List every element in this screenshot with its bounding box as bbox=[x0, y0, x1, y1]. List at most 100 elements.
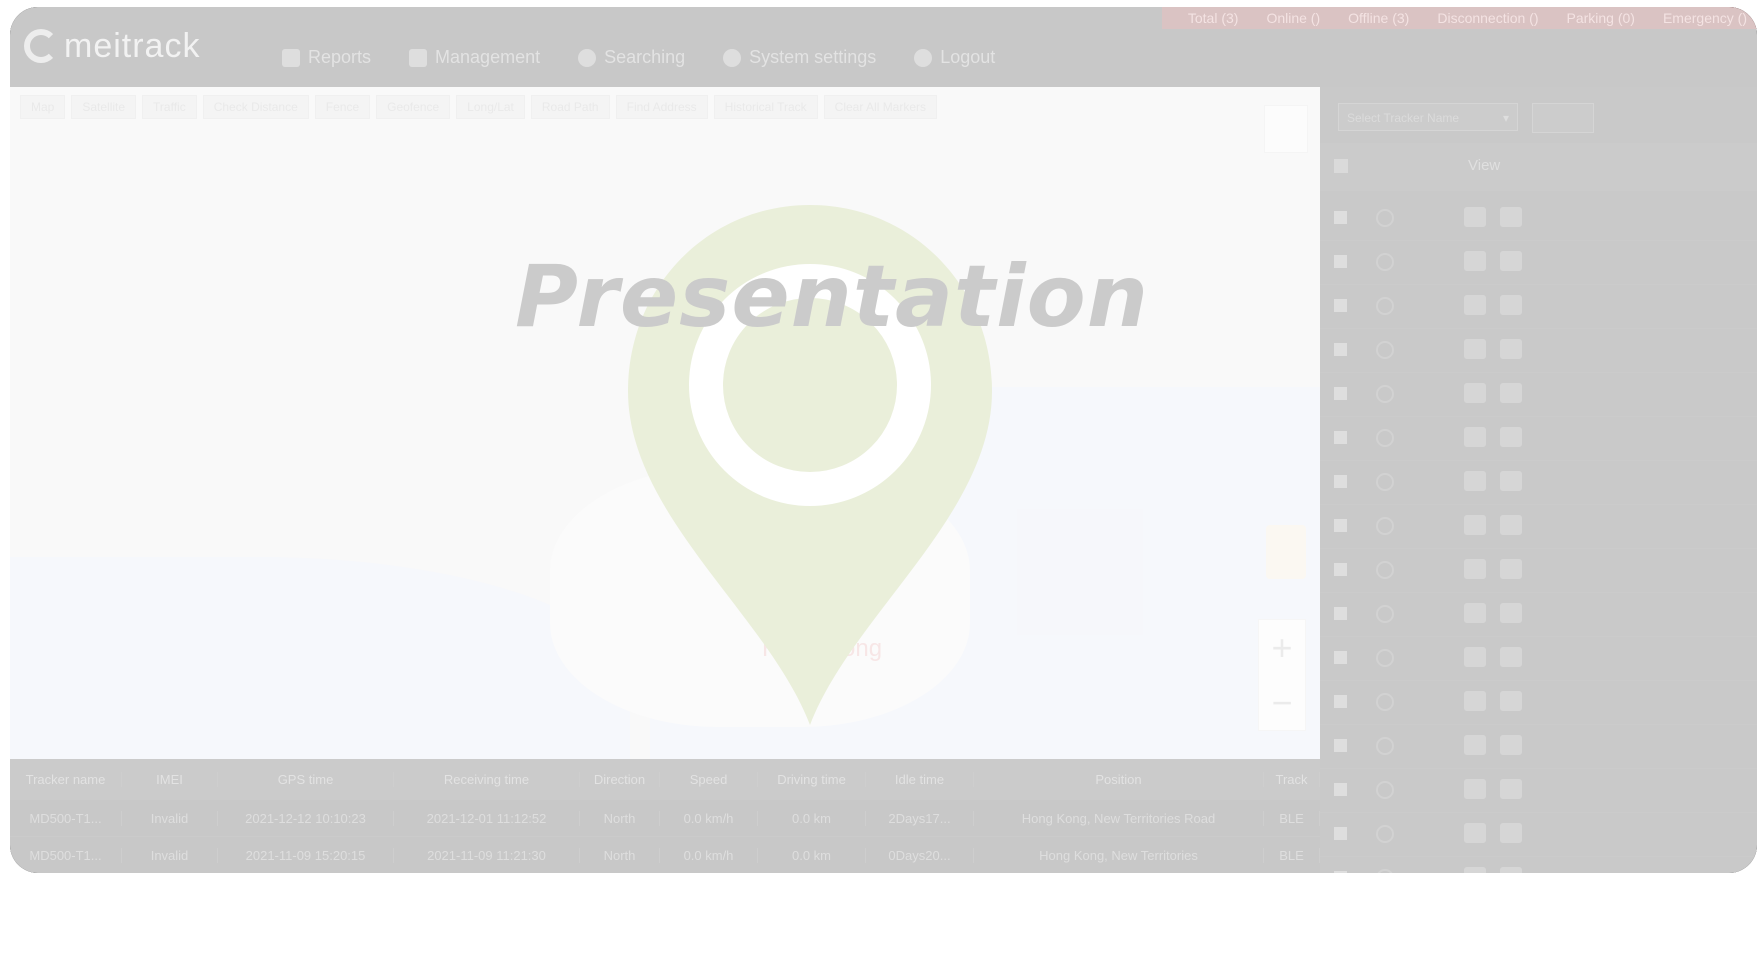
tracker-list-row[interactable] bbox=[1320, 461, 1757, 505]
table-row[interactable]: MD500-T1... Invalid 2021-12-12 10:10:23 … bbox=[10, 800, 1320, 837]
row-checkbox[interactable] bbox=[1334, 783, 1347, 796]
row-checkbox[interactable] bbox=[1334, 739, 1347, 752]
map-tool-button[interactable]: Satellite bbox=[71, 95, 137, 119]
fullscreen-button[interactable] bbox=[1264, 105, 1308, 153]
nav-searching[interactable]: Searching bbox=[578, 47, 685, 68]
row-checkbox[interactable] bbox=[1334, 475, 1347, 488]
tracker-list-row[interactable] bbox=[1320, 373, 1757, 417]
play-icon[interactable] bbox=[1500, 207, 1522, 227]
panel-button[interactable] bbox=[1532, 103, 1594, 133]
map-view[interactable]: Map Satellite Traffic Check Distance Fen… bbox=[10, 87, 1320, 759]
map-tool-button[interactable]: Historical Track bbox=[713, 95, 818, 119]
column-header[interactable]: IMEI bbox=[122, 771, 218, 787]
table-cell: 2021-11-09 11:21:30 bbox=[394, 847, 580, 863]
video-icon[interactable] bbox=[1464, 383, 1486, 403]
video-icon[interactable] bbox=[1464, 559, 1486, 579]
map-tool-button[interactable]: Map bbox=[20, 95, 66, 119]
video-icon[interactable] bbox=[1464, 207, 1486, 227]
play-icon[interactable] bbox=[1500, 779, 1522, 799]
tracker-list-row[interactable] bbox=[1320, 769, 1757, 813]
column-header[interactable]: Tracker name bbox=[10, 771, 122, 787]
nav-reports[interactable]: Reports bbox=[282, 47, 371, 68]
row-checkbox[interactable] bbox=[1334, 607, 1347, 620]
row-checkbox[interactable] bbox=[1334, 651, 1347, 664]
row-checkbox[interactable] bbox=[1334, 431, 1347, 444]
row-checkbox[interactable] bbox=[1334, 211, 1347, 224]
table-row[interactable]: MD500-T1... Invalid 2021-11-09 15:20:15 … bbox=[10, 837, 1320, 873]
table-cell: Invalid bbox=[122, 810, 218, 826]
tracker-list-row[interactable] bbox=[1320, 417, 1757, 461]
tracker-list-row[interactable] bbox=[1320, 197, 1757, 241]
play-icon[interactable] bbox=[1500, 427, 1522, 447]
tracker-list-row[interactable] bbox=[1320, 549, 1757, 593]
column-header[interactable]: Direction bbox=[580, 771, 660, 787]
tracker-list-row[interactable] bbox=[1320, 857, 1757, 873]
play-icon[interactable] bbox=[1500, 383, 1522, 403]
play-icon[interactable] bbox=[1500, 691, 1522, 711]
video-icon[interactable] bbox=[1464, 427, 1486, 447]
video-icon[interactable] bbox=[1464, 515, 1486, 535]
play-icon[interactable] bbox=[1500, 471, 1522, 491]
map-tool-button[interactable]: Traffic bbox=[142, 95, 197, 119]
map-tool-button[interactable]: Geofence bbox=[376, 95, 451, 119]
play-icon[interactable] bbox=[1500, 603, 1522, 623]
street-view-icon[interactable] bbox=[1266, 525, 1306, 579]
status-total[interactable]: Total (3) bbox=[1188, 10, 1239, 26]
play-icon[interactable] bbox=[1500, 559, 1522, 579]
play-icon[interactable] bbox=[1500, 515, 1522, 535]
map-tool-button[interactable]: Clear All Markers bbox=[823, 95, 938, 119]
zoom-out-button[interactable]: − bbox=[1271, 682, 1292, 724]
tracker-list-row[interactable] bbox=[1320, 505, 1757, 549]
tracker-list-row[interactable] bbox=[1320, 593, 1757, 637]
video-icon[interactable] bbox=[1464, 691, 1486, 711]
signal-icon bbox=[1376, 385, 1394, 403]
row-checkbox[interactable] bbox=[1334, 695, 1347, 708]
logo: meitrack bbox=[24, 19, 244, 73]
play-icon[interactable] bbox=[1500, 867, 1522, 873]
map-tool-button[interactable]: Find Address bbox=[615, 95, 708, 119]
play-icon[interactable] bbox=[1500, 647, 1522, 667]
row-checkbox[interactable] bbox=[1334, 519, 1347, 532]
status-disconnection[interactable]: Disconnection () bbox=[1437, 10, 1538, 26]
play-icon[interactable] bbox=[1500, 735, 1522, 755]
column-header[interactable]: Position bbox=[974, 771, 1264, 787]
video-icon[interactable] bbox=[1464, 471, 1486, 491]
select-all-checkbox[interactable] bbox=[1334, 159, 1348, 173]
video-icon[interactable] bbox=[1464, 823, 1486, 843]
column-header[interactable]: Track bbox=[1264, 771, 1320, 787]
logo-text: meitrack bbox=[64, 26, 201, 65]
column-header[interactable]: GPS time bbox=[218, 771, 394, 787]
status-emergency[interactable]: Emergency () bbox=[1663, 10, 1747, 26]
column-header[interactable]: Speed bbox=[660, 771, 758, 787]
video-icon[interactable] bbox=[1464, 603, 1486, 623]
row-checkbox[interactable] bbox=[1334, 563, 1347, 576]
nav-logout[interactable]: Logout bbox=[914, 47, 995, 68]
video-icon[interactable] bbox=[1464, 647, 1486, 667]
zoom-in-button[interactable]: + bbox=[1271, 627, 1292, 669]
video-icon[interactable] bbox=[1464, 735, 1486, 755]
nav-management[interactable]: Management bbox=[409, 47, 540, 68]
row-checkbox[interactable] bbox=[1334, 827, 1347, 840]
map-tool-button[interactable]: Check Distance bbox=[202, 95, 309, 119]
nav-system-settings[interactable]: System settings bbox=[723, 47, 876, 68]
tracker-select[interactable]: Select Tracker Name ▾ bbox=[1338, 103, 1518, 131]
video-icon[interactable] bbox=[1464, 867, 1486, 873]
video-icon[interactable] bbox=[1464, 779, 1486, 799]
play-icon[interactable] bbox=[1500, 823, 1522, 843]
table-cell: 2Days17... bbox=[866, 810, 974, 826]
status-offline[interactable]: Offline (3) bbox=[1348, 10, 1409, 26]
status-parking[interactable]: Parking (0) bbox=[1567, 10, 1635, 26]
tracker-list-row[interactable] bbox=[1320, 813, 1757, 857]
tracker-list-row[interactable] bbox=[1320, 681, 1757, 725]
column-header[interactable]: Idle time bbox=[866, 771, 974, 787]
row-checkbox[interactable] bbox=[1334, 387, 1347, 400]
map-tool-button[interactable]: Road Path bbox=[530, 95, 610, 119]
column-header[interactable]: Driving time bbox=[758, 771, 866, 787]
tracker-list-row[interactable] bbox=[1320, 725, 1757, 769]
map-tool-button[interactable]: Fence bbox=[314, 95, 371, 119]
row-checkbox[interactable] bbox=[1334, 871, 1347, 873]
column-header[interactable]: Receiving time bbox=[394, 771, 580, 787]
status-online[interactable]: Online () bbox=[1266, 10, 1320, 26]
map-tool-button[interactable]: Long/Lat bbox=[456, 95, 525, 119]
tracker-list-row[interactable] bbox=[1320, 637, 1757, 681]
